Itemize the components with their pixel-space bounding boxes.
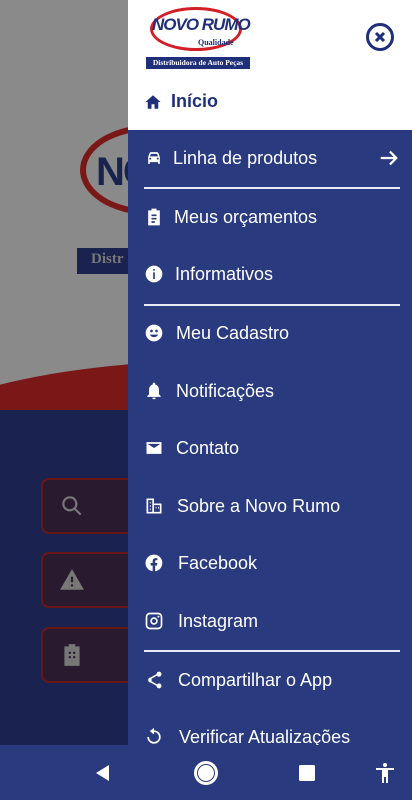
menu-item-meu-cadastro[interactable]: Meu Cadastro	[128, 305, 412, 361]
share-icon	[144, 670, 164, 690]
menu-item-label: Facebook	[178, 552, 258, 573]
menu-item-meus-orcamentos[interactable]: Meus orçamentos	[128, 189, 412, 245]
menu-item-label: Instagram	[178, 610, 259, 631]
menu-item-facebook[interactable]: Facebook	[128, 535, 412, 591]
menu-item-label: Informativos	[175, 263, 274, 284]
info-icon	[144, 264, 164, 284]
car-icon	[144, 148, 164, 168]
menu-item-label: Início	[171, 91, 219, 111]
menu-item-label: Contato	[176, 437, 240, 458]
nav-recents-button[interactable]	[293, 759, 321, 787]
logo-main-text: NOVO RUMO	[152, 15, 251, 34]
menu-item-label: Compartilhar o App	[178, 669, 333, 690]
menu-item-label: Notificações	[176, 380, 275, 401]
menu-item-label: Verificar Atualizações	[179, 726, 351, 746]
menu-item-notificacoes[interactable]: Notificações	[128, 363, 412, 419]
menu-item-verificar-atualizacoes[interactable]: Verificar Atualizações	[128, 709, 412, 745]
drawer-header: NOVO RUMO Qualidade Distribuidora de Aut…	[128, 0, 412, 73]
back-triangle-icon	[96, 765, 109, 781]
close-drawer-button[interactable]	[366, 23, 394, 51]
menu-item-label: Sobre a Novo Rumo	[177, 495, 341, 516]
instagram-icon	[144, 611, 164, 631]
novo-rumo-logo: NOVO RUMO Qualidade Distribuidora de Aut…	[146, 5, 251, 69]
recents-square-icon	[299, 765, 315, 781]
bell-icon	[144, 381, 164, 401]
menu-item-linha-de-produtos[interactable]: Linha de produtos	[128, 130, 412, 186]
arrow-right-icon	[378, 147, 400, 169]
warning-icon	[60, 569, 84, 590]
menu-item-inicio[interactable]: Início	[128, 73, 412, 130]
home-circle-icon	[194, 761, 218, 785]
home-icon	[145, 94, 161, 109]
menu-item-informativos[interactable]: Informativos	[128, 246, 412, 302]
logo-sub-text: Qualidade	[198, 38, 234, 47]
refresh-icon	[144, 727, 164, 745]
system-navigation-bar	[0, 745, 412, 800]
facebook-icon	[144, 553, 164, 573]
envelope-icon	[144, 438, 164, 458]
clipboard-icon	[144, 207, 164, 227]
menu-item-instagram[interactable]: Instagram	[128, 593, 412, 649]
nav-home-button[interactable]	[192, 759, 220, 787]
navigation-drawer: NOVO RUMO Qualidade Distribuidora de Aut…	[128, 0, 412, 745]
menu-item-contato[interactable]: Contato	[128, 420, 412, 476]
user-face-icon	[144, 323, 164, 343]
clipboard-icon	[64, 644, 80, 666]
nav-back-button[interactable]	[89, 759, 117, 787]
menu-item-label: Meu Cadastro	[176, 322, 290, 343]
close-icon	[374, 31, 386, 43]
accessibility-icon	[376, 763, 394, 783]
buildings-icon	[144, 496, 164, 516]
logo-strip-text: Distribuidora de Auto Peças	[146, 57, 250, 69]
nav-accessibility-button[interactable]	[371, 759, 399, 787]
menu-item-compartilhar[interactable]: Compartilhar o App	[128, 652, 412, 708]
menu-item-sobre[interactable]: Sobre a Novo Rumo	[128, 478, 412, 534]
menu-item-label: Linha de produtos	[173, 147, 318, 168]
search-icon	[62, 496, 82, 516]
menu-item-label: Meus orçamentos	[174, 206, 318, 227]
